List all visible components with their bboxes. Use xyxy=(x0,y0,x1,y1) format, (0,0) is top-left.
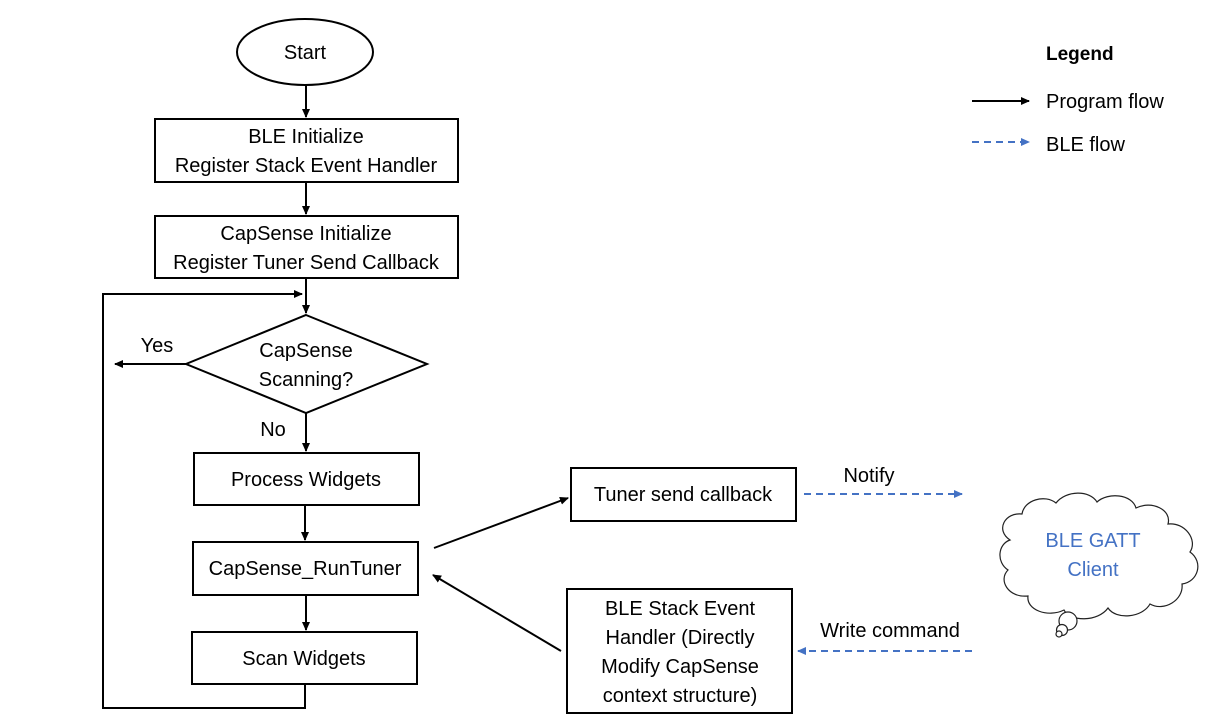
legend-program-flow-label: Program flow xyxy=(1046,91,1164,113)
capsense-initialize-node: CapSense Initialize Register Tuner Send … xyxy=(154,215,459,279)
decision-line-1: CapSense xyxy=(259,340,352,362)
scan-widgets-label: Scan Widgets xyxy=(242,648,365,670)
decision-line-2: Scanning? xyxy=(259,369,354,391)
decision-node: CapSense Scanning? xyxy=(183,313,430,415)
gatt-client-cloud: BLE GATT Client xyxy=(999,492,1199,638)
gatt-client-line-1: BLE GATT xyxy=(1045,530,1140,552)
ble-initialize-node: BLE Initialize Register Stack Event Hand… xyxy=(154,118,459,183)
legend-title: Legend xyxy=(1046,44,1114,65)
process-widgets-node: Process Widgets xyxy=(193,452,420,506)
edge-runtuner-to-callback xyxy=(433,497,569,549)
edge-handler-to-runtuner xyxy=(432,574,562,652)
flowchart-canvas: Start BLE Initialize Register Stack Even… xyxy=(102,18,1199,714)
no-label: No xyxy=(260,419,286,441)
capsense-init-line-1: CapSense Initialize xyxy=(220,223,391,245)
yes-label: Yes xyxy=(141,335,174,357)
cloud-bubble-3 xyxy=(1055,630,1063,638)
gatt-client-line-2: Client xyxy=(1067,559,1119,581)
capsense-init-line-2: Register Tuner Send Callback xyxy=(173,252,440,274)
write-command-label: Write command xyxy=(820,620,960,642)
tuner-send-callback-node: Tuner send callback xyxy=(570,467,797,522)
handler-line-2: Handler (Directly xyxy=(606,627,755,649)
process-widgets-label: Process Widgets xyxy=(231,469,381,491)
legend: Legend Program flow BLE flow xyxy=(972,44,1164,156)
start-label: Start xyxy=(284,42,327,64)
runtuner-label: CapSense_RunTuner xyxy=(209,558,402,580)
ble-init-line-2: Register Stack Event Handler xyxy=(175,155,438,177)
capsense-runtuner-node: CapSense_RunTuner xyxy=(192,541,419,596)
handler-line-1: BLE Stack Event xyxy=(605,598,756,620)
cloud-shape-icon xyxy=(999,492,1199,620)
start-node: Start xyxy=(236,18,374,86)
tuner-send-callback-label: Tuner send callback xyxy=(594,484,773,506)
handler-line-4: context structure) xyxy=(603,685,758,707)
legend-ble-flow-label: BLE flow xyxy=(1046,134,1125,156)
handler-line-3: Modify CapSense xyxy=(601,656,759,678)
scan-widgets-node: Scan Widgets xyxy=(191,631,418,685)
notify-label: Notify xyxy=(843,465,894,487)
ble-stack-event-handler-node: BLE Stack Event Handler (Directly Modify… xyxy=(566,588,793,714)
ble-init-line-1: BLE Initialize xyxy=(248,126,364,148)
